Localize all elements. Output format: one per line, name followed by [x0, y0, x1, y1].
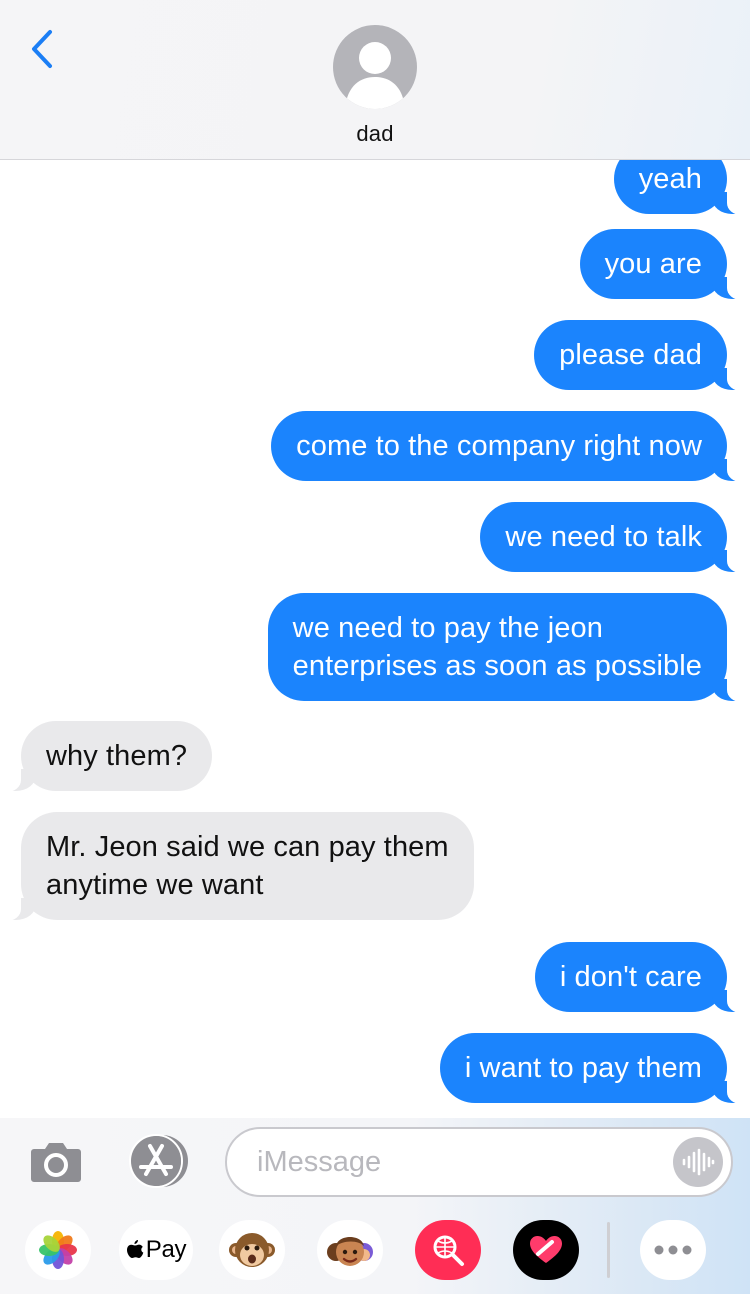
photos-app-button[interactable] — [25, 1220, 91, 1280]
message-text-line: Mr. Jeon said we can pay them — [46, 831, 449, 863]
message-text: you are — [604, 248, 702, 280]
camera-button[interactable] — [30, 1137, 82, 1185]
message-text: i want to pay them — [464, 1052, 702, 1084]
sent-message[interactable]: come to the company right now — [271, 411, 750, 482]
chevron-left-icon — [32, 30, 52, 68]
message-input[interactable]: iMessage — [225, 1127, 733, 1197]
digital-touch-app-button[interactable] — [513, 1220, 579, 1280]
message-text-line: we need to pay the jeon — [292, 612, 603, 644]
contact-avatar[interactable] — [333, 25, 417, 109]
photos-icon — [39, 1231, 77, 1269]
sent-message[interactable]: i don't care — [534, 942, 750, 1013]
message-text: why them? — [46, 740, 188, 772]
more-apps-button[interactable] — [640, 1220, 706, 1280]
animoji-icon — [229, 1233, 275, 1267]
message-text-line: anytime we want — [46, 869, 264, 901]
message-list[interactable]: yeah you are please dad come to the comp… — [0, 160, 750, 1118]
message-text: yeah — [638, 163, 702, 195]
apple-pay-label: Pay — [145, 1236, 187, 1263]
sent-message[interactable]: please dad — [534, 320, 750, 391]
message-text: come to the company right now — [296, 430, 702, 462]
camera-icon — [31, 1143, 81, 1182]
received-message[interactable]: why them? — [0, 721, 213, 792]
received-message[interactable]: Mr. Jeon said we can pay them anytime we… — [0, 812, 474, 921]
contact-name[interactable]: dad — [0, 121, 750, 147]
app-drawer-divider — [607, 1222, 610, 1278]
sent-message[interactable]: we need to pay the jeon enterprises as s… — [267, 593, 750, 702]
message-text: i don't care — [559, 961, 702, 993]
memoji-app-button[interactable] — [317, 1220, 383, 1280]
message-text: please dad — [559, 339, 702, 371]
apple-logo-icon — [126, 1240, 144, 1258]
image-search-app-button[interactable] — [415, 1220, 481, 1280]
digital-touch-icon — [530, 1236, 562, 1263]
person-silhouette-icon — [345, 42, 405, 109]
message-text-line: enterprises as soon as possible — [292, 650, 702, 682]
sent-message[interactable]: i want to pay them — [439, 1033, 750, 1104]
sent-message[interactable]: we need to talk — [480, 502, 750, 573]
back-button[interactable] — [20, 26, 64, 72]
audio-message-button[interactable] — [673, 1137, 723, 1187]
message-input-placeholder: iMessage — [257, 1146, 382, 1178]
animoji-app-button[interactable] — [219, 1220, 285, 1280]
sent-message[interactable]: you are — [579, 229, 750, 300]
image-search-icon — [433, 1235, 464, 1266]
message-text: we need to talk — [505, 521, 702, 553]
apple-pay-button[interactable]: Pay — [119, 1220, 193, 1280]
memoji-icon — [327, 1237, 373, 1266]
app-store-icon — [129, 1134, 188, 1188]
conversation-header: dad — [0, 0, 750, 160]
waveform-icon — [682, 1148, 715, 1176]
more-icon — [654, 1245, 692, 1255]
app-store-button[interactable] — [126, 1134, 192, 1188]
sent-message[interactable]: yeah — [613, 160, 750, 215]
